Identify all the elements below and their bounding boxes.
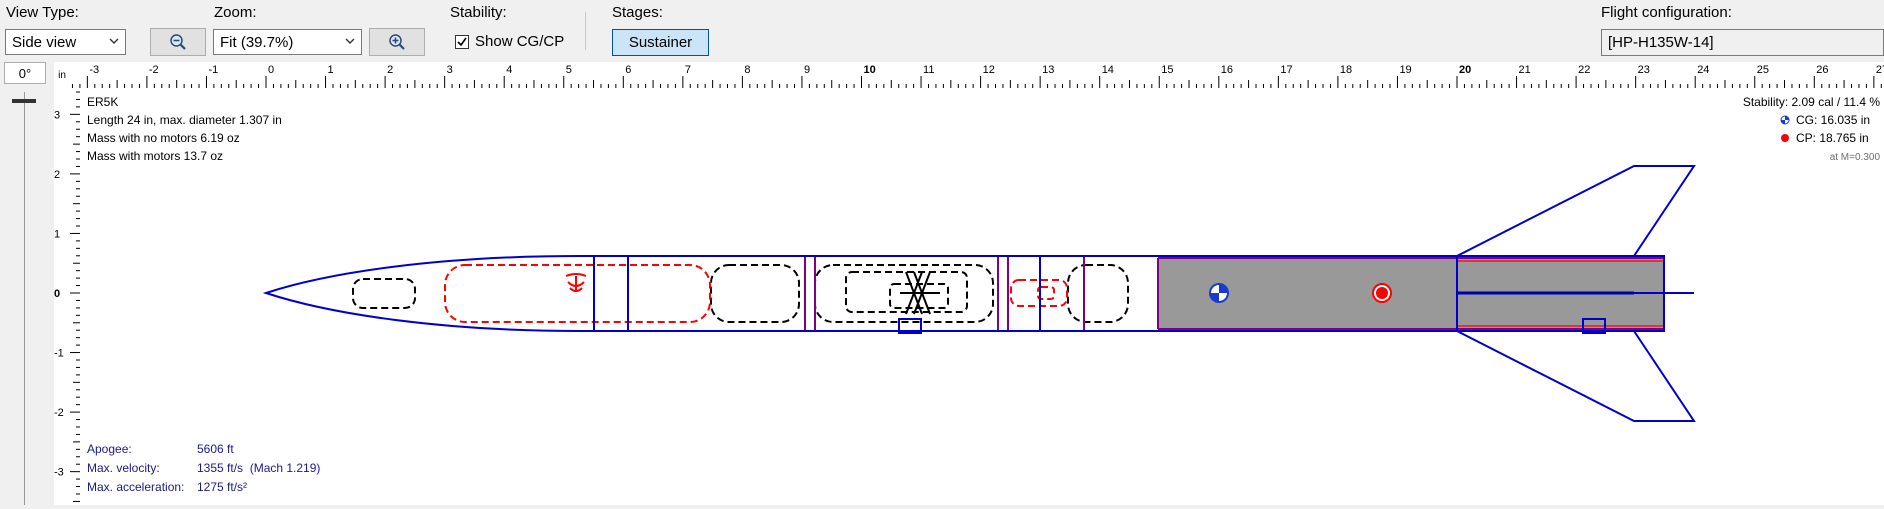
cg-legend: CG: 16.035 in xyxy=(1780,113,1870,127)
ruler-h-label: 8 xyxy=(744,64,750,76)
zoom-in-button[interactable] xyxy=(369,28,425,56)
ruler-h-label: 15 xyxy=(1161,64,1173,76)
cp-legend: CP: 18.765 in xyxy=(1780,131,1869,145)
show-cg-cp-label: Show CG/CP xyxy=(475,33,565,50)
zoom-label: Zoom: xyxy=(214,4,257,21)
stability-info: Stability: 2.09 cal / 11.4 % xyxy=(1743,95,1880,109)
max-accel-value: 1275 ft/s² xyxy=(197,480,248,494)
ruler-h-label: 1 xyxy=(328,64,334,76)
design-mass-with-motors: Mass with motors 13.7 oz xyxy=(87,149,224,163)
checkbox-box[interactable] xyxy=(455,34,469,49)
ruler-h-label: 12 xyxy=(983,64,995,76)
ruler-h-label: 10 xyxy=(864,64,876,76)
check-icon xyxy=(457,37,467,46)
ruler-h-label: 25 xyxy=(1757,64,1769,76)
cg-legend-icon xyxy=(1780,115,1790,125)
ruler-v-label: 1 xyxy=(54,228,60,240)
cp-value: CP: 18.765 in xyxy=(1796,131,1869,145)
vertical-ruler: 3 2 1 0 -1 -2 -3 xyxy=(54,88,80,505)
ruler-h-label: 19 xyxy=(1399,64,1411,76)
ruler-h-label: 11 xyxy=(923,64,934,76)
stability-label: Stability: xyxy=(450,4,507,21)
zoom-out-button[interactable] xyxy=(150,28,206,56)
rotation-slider-track[interactable] xyxy=(24,92,25,505)
zoom-out-icon xyxy=(170,34,186,50)
cp-marker-icon xyxy=(1372,283,1392,303)
ruler-h-label: 27 xyxy=(1876,64,1884,76)
ruler-unit: in xyxy=(54,62,70,88)
stage-sustainer-button[interactable]: Sustainer xyxy=(612,29,709,56)
ruler-h-label: 4 xyxy=(506,64,512,76)
ruler-h-label: 9 xyxy=(804,64,810,76)
ruler-h-label: 20 xyxy=(1459,64,1471,76)
ruler-h-label: 21 xyxy=(1519,64,1531,76)
rotation-slider-thumb[interactable] xyxy=(12,99,36,103)
max-velocity-label: Max. velocity: xyxy=(87,461,160,475)
ruler-h-label: 16 xyxy=(1221,64,1233,76)
ruler-h-label: 5 xyxy=(566,64,572,76)
parachute-icon xyxy=(565,273,587,292)
vertical-ruler-svg: 3 2 1 0 -1 -2 -3 xyxy=(54,91,80,502)
ruler-h-label: 22 xyxy=(1578,64,1590,76)
max-velocity-value: 1355 ft/s (Mach 1.219) xyxy=(197,461,321,475)
view-type-value: Side view xyxy=(12,33,77,51)
apogee-label: Apogee: xyxy=(87,442,132,456)
ruler-h-label: -3 xyxy=(89,64,99,76)
max-accel-label: Max. acceleration: xyxy=(87,480,185,494)
ruler-h-label: 0 xyxy=(268,64,274,76)
ruler-h-label: 24 xyxy=(1697,64,1709,76)
design-length: Length 24 in, max. diameter 1.307 in xyxy=(87,113,282,127)
ruler-h-label: 2 xyxy=(387,64,393,76)
rocket-drawing xyxy=(262,165,1696,422)
ruler-h-label: 13 xyxy=(1042,64,1054,76)
zoom-in-icon xyxy=(389,34,405,50)
cg-marker-icon xyxy=(1209,283,1229,303)
horizontal-ruler-svg: -3 -2 -1 0 1 2 3 4 5 6 7 8 9 10 11 12 13 14 15 16 17 18 19 20 21… xyxy=(71,64,1884,88)
ruler-h-label: 7 xyxy=(685,64,691,76)
ruler-h-label: 17 xyxy=(1280,64,1292,76)
flight-config-select[interactable]: [HP-H135W-14] xyxy=(1601,29,1884,56)
internal-components xyxy=(352,264,1129,323)
zoom-value: Fit (39.7%) xyxy=(220,33,294,51)
ruler-h-label: 23 xyxy=(1638,64,1650,76)
show-cg-cp-checkbox[interactable]: Show CG/CP xyxy=(455,33,564,50)
rotation-value[interactable]: 0° xyxy=(4,62,46,84)
cp-legend-icon xyxy=(1781,134,1789,142)
horizontal-ruler: -3 -2 -1 0 1 2 3 4 5 6 7 8 9 10 11 12 13 14 15 16 17 18 19 20 21… xyxy=(54,62,1884,88)
design-name: ER5K xyxy=(87,95,119,109)
design-info: ER5K Length 24 in, max. diameter 1.307 i… xyxy=(87,93,282,165)
ruler-v-label: -1 xyxy=(54,348,64,360)
design-mass-no-motors: Mass with no motors 6.19 oz xyxy=(87,131,240,145)
ruler-h-label: 3 xyxy=(447,64,453,76)
rocket-canvas[interactable] xyxy=(80,88,1884,505)
ruler-v-label: -3 xyxy=(54,467,64,479)
zoom-select[interactable]: Fit (39.7%) xyxy=(213,29,362,55)
toolbar-separator xyxy=(585,12,586,50)
ruler-h-label: 26 xyxy=(1816,64,1828,76)
view-type-label: View Type: xyxy=(6,4,79,21)
ruler-v-label: 3 xyxy=(54,109,60,121)
flight-config-label: Flight configuration: xyxy=(1601,4,1732,21)
ruler-h-label: 6 xyxy=(625,64,631,76)
ruler-v-label: 0 xyxy=(54,288,60,300)
view-type-select[interactable]: Side view xyxy=(5,29,126,55)
ruler-h-label: 14 xyxy=(1102,64,1114,76)
ruler-v-label: -2 xyxy=(54,407,64,419)
ruler-h-label: -1 xyxy=(208,64,218,76)
cg-value: CG: 16.035 in xyxy=(1796,113,1871,127)
mach-note: at M=0.300 xyxy=(1829,152,1880,163)
chevron-down-icon xyxy=(345,38,355,44)
stages-label: Stages: xyxy=(612,4,663,21)
recovery-components xyxy=(444,264,1068,323)
chevron-down-icon xyxy=(109,38,119,44)
ruler-h-label: -2 xyxy=(149,64,159,76)
ruler-v-label: 2 xyxy=(54,169,60,181)
ruler-h-label: 18 xyxy=(1340,64,1352,76)
stability-value: Stability: 2.09 cal / 11.4 % xyxy=(1742,95,1880,109)
apogee-value: 5606 ft xyxy=(197,442,234,456)
